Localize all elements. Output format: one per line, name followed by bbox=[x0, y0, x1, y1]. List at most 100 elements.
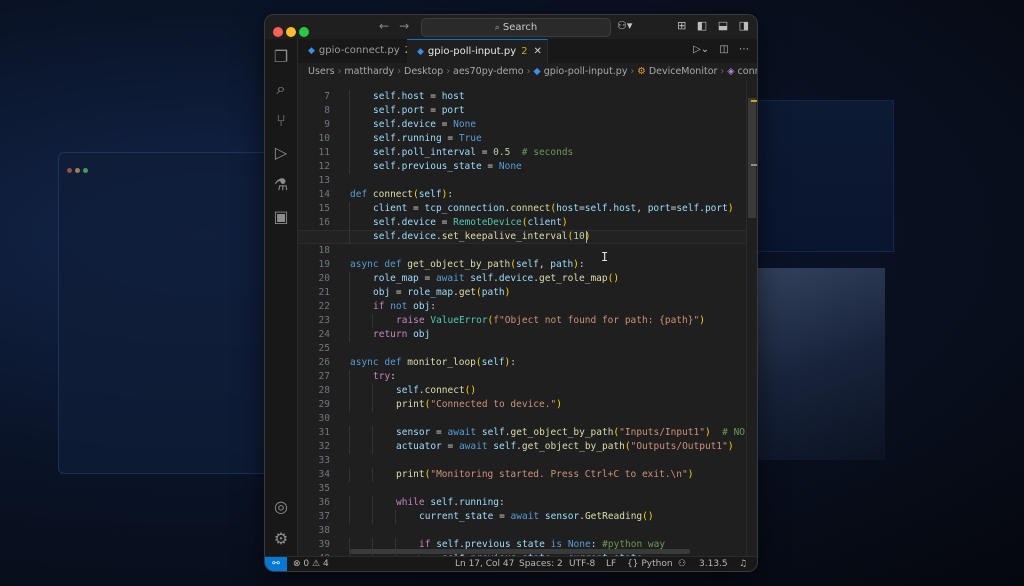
mouse-ibeam-cursor: I bbox=[601, 250, 609, 264]
indent-guide bbox=[349, 496, 350, 510]
cursor-position[interactable]: Ln 17, Col 47 bbox=[455, 557, 514, 571]
code-line[interactable]: self.connect() bbox=[396, 384, 476, 398]
customize-layout-icon[interactable]: ⊞ bbox=[677, 19, 686, 32]
indentation[interactable]: Spaces: 2 bbox=[519, 557, 563, 571]
indent-guide bbox=[349, 132, 350, 146]
code-line[interactable]: def connect(self): bbox=[350, 188, 453, 202]
code-line[interactable]: if not obj: bbox=[373, 300, 436, 314]
account-icon[interactable]: ◎ bbox=[265, 493, 297, 521]
breadcrumb-item[interactable]: DeviceMonitor bbox=[649, 66, 718, 77]
explorer-icon[interactable]: ❐ bbox=[265, 43, 297, 71]
indent-guide bbox=[349, 90, 350, 104]
python-file-icon: ◆ bbox=[308, 46, 315, 56]
code-line[interactable]: self.device = None bbox=[373, 118, 476, 132]
close-tab-icon[interactable]: ✕ bbox=[533, 46, 541, 57]
indent-guide bbox=[372, 398, 373, 412]
code-line[interactable]: try: bbox=[373, 370, 396, 384]
run-python-file-icon[interactable]: ▷⌄ bbox=[693, 44, 709, 55]
code-line[interactable]: client = tcp_connection.connect(host=sel… bbox=[373, 202, 734, 216]
code-line[interactable]: return obj bbox=[373, 328, 430, 342]
breadcrumb-item[interactable]: Desktop bbox=[404, 66, 443, 77]
problems-summary[interactable]: ⊗ 0 ⚠ 4 bbox=[293, 557, 329, 571]
toggle-panel-icon[interactable]: ⬓ bbox=[718, 19, 728, 32]
language-mode[interactable]: {} Python bbox=[627, 557, 673, 571]
python-interpreter[interactable]: 3.13.5 bbox=[699, 557, 728, 571]
horizontal-scrollbar[interactable] bbox=[350, 549, 690, 554]
indent-guide bbox=[395, 510, 396, 524]
code-line[interactable]: self.host = host bbox=[373, 90, 465, 104]
breadcrumb-item[interactable]: gpio-poll-input.py bbox=[544, 66, 628, 77]
line-number: 29 bbox=[318, 399, 330, 410]
text-cursor bbox=[585, 231, 587, 243]
breadcrumb-item[interactable]: matthardy bbox=[344, 66, 394, 77]
split-editor-icon[interactable]: ◫ bbox=[719, 44, 728, 55]
search-icon[interactable]: ⌕ bbox=[265, 75, 297, 103]
code-line[interactable]: self.running = True bbox=[373, 132, 482, 146]
indent-guide bbox=[349, 426, 350, 440]
tab-gpio-poll-input[interactable]: ◆ gpio-poll-input.py 2 ✕ bbox=[407, 39, 548, 63]
copilot-status-icon[interactable]: ⚇ bbox=[678, 557, 686, 571]
source-control-icon[interactable]: ⑂ bbox=[265, 107, 297, 135]
settings-icon[interactable]: ⚙ bbox=[265, 525, 297, 553]
testing-icon[interactable]: ⚗ bbox=[265, 171, 297, 199]
title-bar: ← → ⌕ Search ⚇▾ ⊞ ◧ ⬓ ◨ bbox=[265, 15, 757, 40]
zoom-window-button[interactable] bbox=[299, 27, 309, 37]
code-line[interactable]: actuator = await self.get_object_by_path… bbox=[396, 440, 734, 454]
indent-guide bbox=[349, 384, 350, 398]
code-line[interactable]: self.device.set_keepalive_interval(10) bbox=[373, 230, 590, 244]
breadcrumb-item[interactable]: connect bbox=[738, 66, 757, 77]
encoding[interactable]: UTF-8 bbox=[569, 557, 595, 571]
close-window-button[interactable] bbox=[273, 27, 283, 37]
vertical-scrollbar[interactable] bbox=[746, 80, 757, 556]
back-arrow-icon[interactable]: ← bbox=[379, 19, 389, 33]
code-line[interactable]: async def get_object_by_path(self, path)… bbox=[350, 258, 585, 272]
end-of-line[interactable]: LF bbox=[606, 557, 616, 571]
code-line[interactable]: print("Connected to device.") bbox=[396, 398, 562, 412]
indent-guide bbox=[349, 370, 350, 384]
remote-explorer-icon[interactable]: ▣ bbox=[265, 203, 297, 231]
tab-gpio-connect[interactable]: ◆gpio-connect.py2 bbox=[298, 39, 417, 63]
code-line[interactable]: sensor = await self.get_object_by_path("… bbox=[396, 426, 745, 440]
code-line[interactable]: async def monitor_loop(self): bbox=[350, 356, 516, 370]
line-number: 36 bbox=[318, 497, 330, 508]
copilot-icon[interactable]: ⚇▾ bbox=[617, 19, 632, 32]
line-number: 12 bbox=[318, 161, 330, 172]
line-number: 33 bbox=[318, 455, 330, 466]
breadcrumb-item[interactable]: Users bbox=[308, 66, 335, 77]
status-bar: ⚯ ⊗ 0 ⚠ 4 Ln 17, Col 47 Spaces: 2 UTF-8 … bbox=[265, 556, 757, 571]
code-line[interactable]: role_map = await self.device.get_role_ma… bbox=[373, 272, 619, 286]
code-line[interactable]: current_state = await sensor.GetReading(… bbox=[419, 510, 654, 524]
indent-guide bbox=[349, 286, 350, 300]
code-line[interactable]: obj = role_map.get(path) bbox=[373, 286, 510, 300]
line-number: 26 bbox=[318, 357, 330, 368]
indent-guide bbox=[349, 328, 350, 342]
code-line[interactable]: while self.running: bbox=[396, 496, 505, 510]
notifications-icon[interactable]: ♫ bbox=[739, 557, 747, 571]
breadcrumb-item[interactable]: aes70py-demo bbox=[453, 66, 524, 77]
toggle-secondary-sidebar-icon[interactable]: ◨ bbox=[739, 19, 749, 32]
code-line[interactable]: self.port = port bbox=[373, 104, 465, 118]
error-icon: ⊗ bbox=[293, 559, 301, 569]
line-number: 13 bbox=[318, 175, 330, 186]
background-editor-window bbox=[58, 152, 270, 474]
line-number: 20 bbox=[318, 273, 330, 284]
forward-arrow-icon[interactable]: → bbox=[399, 19, 409, 33]
error-count: 0 bbox=[303, 559, 310, 569]
remote-indicator-icon[interactable]: ⚯ bbox=[265, 557, 287, 571]
indent-guide bbox=[372, 384, 373, 398]
minimize-window-button[interactable] bbox=[286, 27, 296, 37]
scrollbar-thumb[interactable] bbox=[748, 98, 756, 218]
code-line[interactable]: self.previous_state = None bbox=[373, 160, 522, 174]
code-line[interactable]: self.device = RemoteDevice(client) bbox=[373, 216, 568, 230]
more-actions-icon[interactable]: ⋯ bbox=[739, 44, 749, 55]
code-line[interactable]: print("Monitoring started. Press Ctrl+C … bbox=[396, 468, 693, 482]
code-line[interactable]: raise ValueError(f"Object not found for … bbox=[396, 314, 705, 328]
line-number: 18 bbox=[318, 245, 330, 256]
line-number: 16 bbox=[318, 217, 330, 228]
toggle-primary-sidebar-icon[interactable]: ◧ bbox=[697, 19, 707, 32]
command-center-search[interactable]: ⌕ Search bbox=[421, 18, 611, 37]
code-line[interactable]: self.poll_interval = 0.5 # seconds bbox=[373, 146, 573, 160]
line-number: 38 bbox=[318, 525, 330, 536]
code-editor[interactable]: 7891011121314151617181920212223242526272… bbox=[298, 80, 757, 556]
run-debug-icon[interactable]: ▷ bbox=[265, 139, 297, 167]
